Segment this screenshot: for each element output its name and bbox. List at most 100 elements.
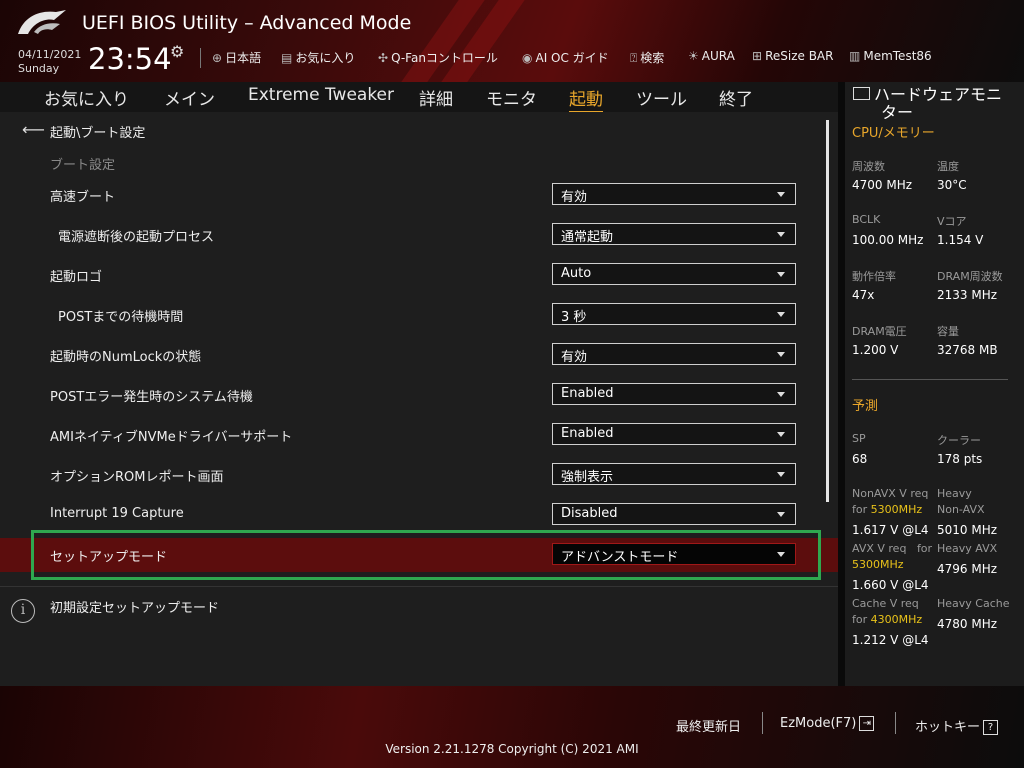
- qfan-button[interactable]: ✣ Q-Fanコントロール: [378, 49, 498, 66]
- header-bar: UEFI BIOS Utility – Advanced Mode 04/11/…: [0, 0, 1024, 82]
- dropdown-value: Enabled: [561, 426, 614, 441]
- setting-row[interactable]: 起動時のNumLockの状態 有効: [0, 338, 838, 372]
- freq-value: 4700 MHz: [852, 178, 913, 192]
- tab-monitor[interactable]: モニタ: [486, 85, 537, 110]
- setting-row[interactable]: POSTまでの待機時間 3 秒: [0, 298, 838, 332]
- vcore-label: Vコア: [937, 215, 967, 228]
- setting-row[interactable]: 高速ブート 有効: [0, 178, 838, 212]
- dropdown-value: Auto: [561, 266, 592, 281]
- scrollbar[interactable]: [826, 120, 829, 502]
- bclk-value: 100.00 MHz: [852, 233, 924, 247]
- setting-label: 起動ロゴ: [50, 270, 103, 285]
- heavy-nonavx-value: 5010 MHz: [937, 523, 998, 537]
- hardware-monitor-panel: ハードウェアモニ ター CPU/メモリー 周波数 4700 MHz 温度 30°…: [845, 82, 1024, 686]
- hw-title-line2: ター: [881, 103, 914, 122]
- setting-row[interactable]: Interrupt 19 Capture Disabled: [0, 498, 838, 532]
- heavy-nonavx-label1: Heavy: [937, 487, 972, 500]
- fast-boot-dropdown[interactable]: 有効: [552, 183, 796, 205]
- dropdown-value: 通常起動: [561, 230, 614, 245]
- ai-oc-guide-button[interactable]: ◉ AI OC ガイド: [522, 49, 609, 66]
- dram-freq-value: 2133 MHz: [937, 288, 998, 302]
- boot-logo-dropdown[interactable]: Auto: [552, 263, 796, 285]
- setting-label: 高速ブート: [50, 190, 116, 205]
- rog-logo-icon: [18, 10, 66, 34]
- nonavx-freq: 5300MHz: [870, 503, 923, 516]
- favorites-label: お気に入り: [295, 51, 356, 65]
- memtest-button[interactable]: ▥ MemTest86: [849, 49, 932, 63]
- search-icon: ⍰: [630, 51, 638, 65]
- bclk-label: BCLK: [852, 213, 881, 226]
- resize-bar-button[interactable]: ⊞ ReSize BAR: [752, 49, 833, 63]
- setting-row[interactable]: 電源遮断後の起動プロセス 通常起動: [0, 218, 838, 252]
- post-error-wait-dropdown[interactable]: Enabled: [552, 383, 796, 405]
- day-text: Sunday: [18, 62, 60, 75]
- avx-req-value: 1.660 V @L4: [852, 578, 929, 592]
- dram-volt-value: 1.200 V: [852, 343, 899, 357]
- toolbar-divider: [200, 48, 201, 68]
- avx-req-label: AVX V req for: [852, 542, 932, 555]
- cooler-label: クーラー: [937, 434, 981, 447]
- option-rom-dropdown[interactable]: 強制表示: [552, 463, 796, 485]
- fan-icon: ✣: [378, 51, 389, 65]
- memtest-label: MemTest86: [863, 49, 932, 63]
- setting-row[interactable]: POSTエラー発生時のシステム待機 Enabled: [0, 378, 838, 412]
- section-title: ブート設定: [50, 158, 116, 173]
- dropdown-value: Disabled: [561, 506, 618, 521]
- setting-label: 起動時のNumLockの状態: [50, 350, 202, 365]
- chevron-down-icon: [777, 432, 785, 437]
- help-panel: i 初期設定セットアップモード: [0, 586, 838, 687]
- numlock-dropdown[interactable]: 有効: [552, 343, 796, 365]
- dropdown-value: 有効: [561, 350, 588, 365]
- chevron-down-icon: [777, 272, 785, 277]
- date-text: 04/11/2021: [18, 48, 82, 61]
- nonavx-req-label: NonAVX V req: [852, 487, 929, 500]
- tab-tool[interactable]: ツール: [636, 85, 687, 110]
- last-modified-button[interactable]: 最終更新日: [676, 716, 741, 735]
- setting-label: POSTエラー発生時のシステム待機: [50, 390, 253, 405]
- dropdown-value: Enabled: [561, 386, 614, 401]
- setting-row[interactable]: AMIネイティブNVMeドライバーサポート Enabled: [0, 418, 838, 452]
- sp-label: SP: [852, 432, 866, 445]
- temp-label: 温度: [937, 160, 959, 173]
- hotkeys-button[interactable]: ホットキー?: [915, 716, 999, 735]
- nonavx-req-value: 1.617 V @L4: [852, 523, 929, 537]
- memtest-icon: ▥: [849, 49, 861, 63]
- chevron-down-icon: [777, 232, 785, 237]
- nvme-driver-dropdown[interactable]: Enabled: [552, 423, 796, 445]
- chevron-down-icon: [777, 392, 785, 397]
- tab-boot[interactable]: 起動: [569, 85, 603, 113]
- aura-button[interactable]: ☀ AURA: [688, 49, 735, 63]
- setting-row[interactable]: 起動ロゴ Auto: [0, 258, 838, 292]
- dropdown-value: 有効: [561, 190, 588, 205]
- language-button[interactable]: ⊕ 日本語: [212, 49, 261, 66]
- help-text: 初期設定セットアップモード: [50, 601, 220, 616]
- tab-exit[interactable]: 終了: [719, 85, 753, 110]
- avx-freq: 5300MHz: [852, 558, 904, 571]
- gear-icon[interactable]: ⚙: [170, 42, 184, 61]
- favorites-button[interactable]: ▤ お気に入り: [281, 49, 355, 66]
- search-button[interactable]: ⍰ 検索: [630, 49, 664, 66]
- avx-req-text: AVX V req: [852, 542, 907, 555]
- ezmode-button[interactable]: EzMode(F7) ⇥: [780, 716, 875, 731]
- heavy-avx-label: Heavy AVX: [937, 542, 998, 555]
- settings-panel: ⟵ 起動\ブート設定 ブート設定 高速ブート 有効 電源遮断後の起動プロセス 通…: [0, 112, 838, 586]
- vcore-value: 1.154 V: [937, 233, 984, 247]
- ezmode-label: EzMode(F7): [780, 716, 857, 731]
- setting-row[interactable]: オプションROMレポート画面 強制表示: [0, 458, 838, 492]
- resize-bar-icon: ⊞: [752, 49, 763, 63]
- back-arrow-icon[interactable]: ⟵: [22, 120, 45, 139]
- heavy-cache-value: 4780 MHz: [937, 617, 998, 631]
- interrupt19-dropdown[interactable]: Disabled: [552, 503, 796, 525]
- help-question-icon: ?: [983, 720, 999, 735]
- chevron-down-icon: [777, 192, 785, 197]
- post-delay-dropdown[interactable]: 3 秒: [552, 303, 796, 325]
- tab-extreme-tweaker[interactable]: Extreme Tweaker: [248, 85, 394, 105]
- freq-label: 周波数: [852, 160, 885, 173]
- tab-favorites[interactable]: お気に入り: [44, 85, 129, 110]
- for-label: for: [852, 503, 868, 516]
- tab-main[interactable]: メイン: [164, 85, 215, 110]
- power-loss-dropdown[interactable]: 通常起動: [552, 223, 796, 245]
- ai-guide-icon: ◉: [522, 51, 533, 65]
- ratio-value: 47x: [852, 288, 875, 302]
- tab-advanced[interactable]: 詳細: [419, 85, 453, 110]
